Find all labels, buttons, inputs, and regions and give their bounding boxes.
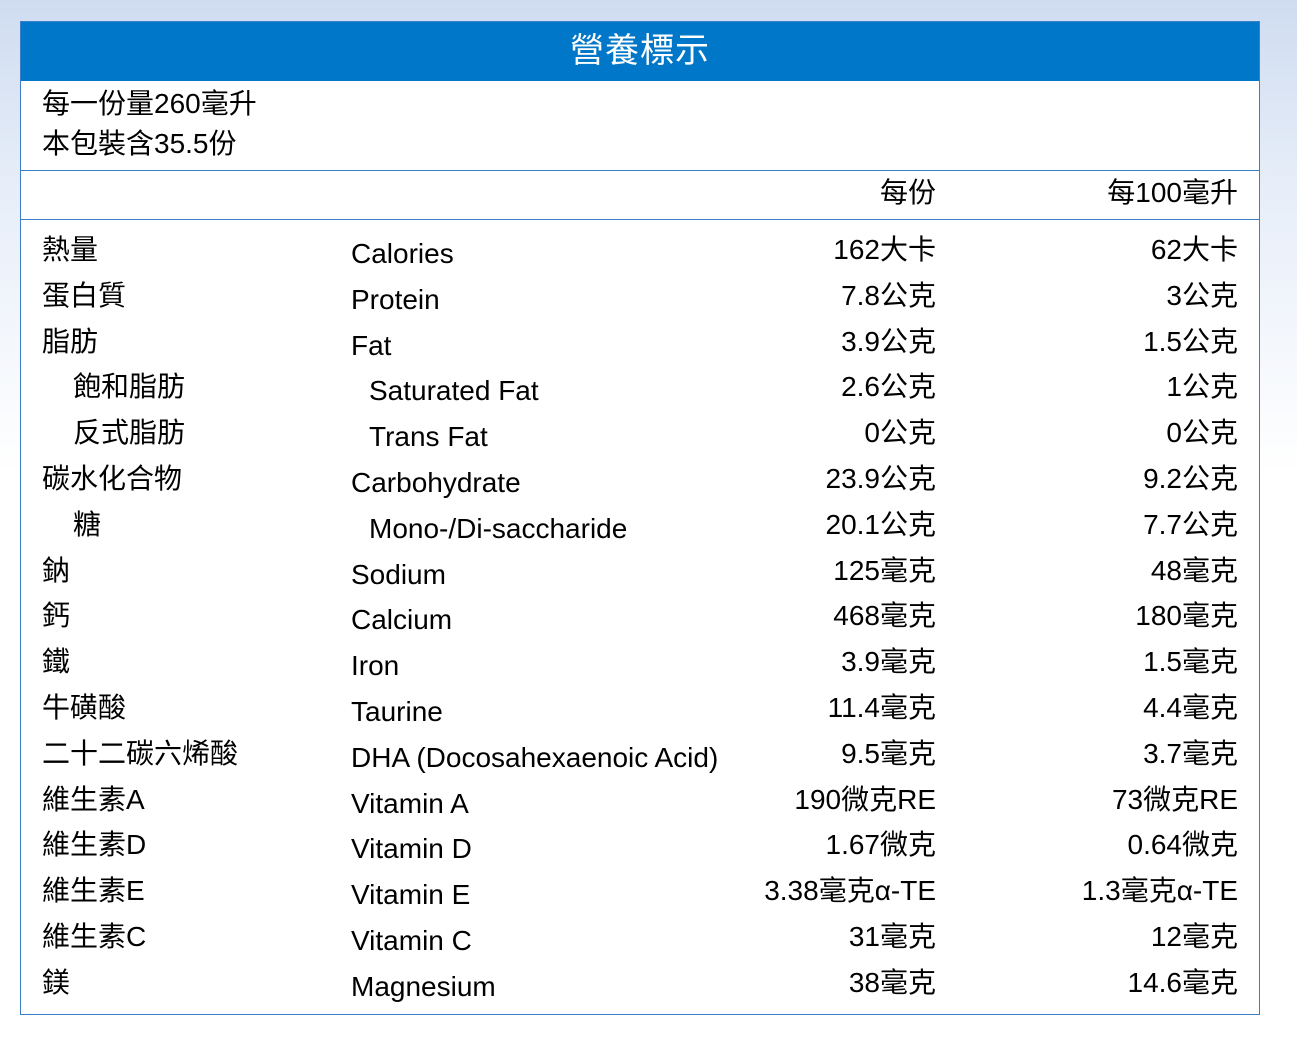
value-per-100ml: 0.64微克 xyxy=(1127,829,1239,861)
nutrient-row: 熱量 Calories 162大卡 62大卡 xyxy=(21,229,1259,275)
nutrient-name-zh: 蛋白質 xyxy=(42,279,127,311)
nutrient-name-en: Vitamin E xyxy=(351,879,471,911)
value-per-100ml: 0公克 xyxy=(1166,417,1238,449)
nutrient-name-en: Fat xyxy=(351,329,392,361)
nutrient-row: 維生素E Vitamin E 3.38毫克α-TE 1.3毫克α-TE xyxy=(21,870,1259,916)
value-per-100ml: 1.5毫克 xyxy=(1143,646,1238,678)
nutrient-name-zh: 牛磺酸 xyxy=(42,691,127,723)
serving-size: 每一份量260毫升 xyxy=(42,88,257,119)
nutrient-name-en: Carbohydrate xyxy=(351,466,521,498)
nutrient-name-zh: 熱量 xyxy=(42,234,99,265)
value-per-serving: 3.9公克 xyxy=(841,325,936,357)
nutrient-name-en: Magnesium xyxy=(351,970,496,1002)
nutrient-row: 維生素A Vitamin A 190微克RE 73微克RE xyxy=(21,779,1259,825)
nutrient-row: 碳水化合物 Carbohydrate 23.9公克 9.2公克 xyxy=(21,458,1259,504)
value-per-100ml: 62大卡 xyxy=(1150,234,1238,265)
nutrient-name-zh: 糖 xyxy=(73,508,102,540)
value-per-serving: 11.4毫克 xyxy=(827,691,936,723)
value-per-serving: 38毫克 xyxy=(848,966,936,998)
nutrient-name-en: Mono-/Di-saccharide xyxy=(369,512,628,544)
nutrition-label: 營養標示 每一份量260毫升 本包裝含35.5份 每份 每100毫升 熱量 Cal… xyxy=(20,21,1260,1015)
value-per-serving: 190微克RE xyxy=(794,783,936,815)
label-title: 營養標示 xyxy=(21,22,1259,81)
nutrient-name-en: Saturated Fat xyxy=(369,375,539,407)
nutrient-name-zh: 鈉 xyxy=(42,554,71,586)
value-per-100ml: 48毫克 xyxy=(1150,554,1238,586)
nutrient-name-en: Protein xyxy=(351,283,440,315)
nutrient-row: 鐵 Iron 3.9毫克 1.5毫克 xyxy=(21,641,1259,687)
nutrient-rows: 熱量 Calories 162大卡 62大卡蛋白質 Protein 7.8公克 3公克脂肪 F… xyxy=(21,229,1259,1008)
nutrient-row: 糖 Mono-/Di-saccharide 20.1公克 7.7公克 xyxy=(21,504,1259,550)
nutrient-row: 脂肪 Fat 3.9公克 1.5公克 xyxy=(21,321,1259,367)
nutrient-name-en: Vitamin A xyxy=(351,787,469,819)
value-per-100ml: 1.5公克 xyxy=(1143,325,1238,357)
value-per-100ml: 3.7毫克 xyxy=(1143,737,1238,769)
nutrient-name-zh: 維生素E xyxy=(42,875,145,907)
nutrient-row: 反式脂肪 Trans Fat 0公克 0公克 xyxy=(21,412,1259,458)
column-header-per-serving: 每份 xyxy=(879,177,936,208)
value-per-serving: 23.9公克 xyxy=(825,462,937,494)
nutrient-name-zh: 鐵 xyxy=(42,646,71,678)
nutrient-name-zh: 鎂 xyxy=(42,966,71,998)
column-header-per-100ml: 每100毫升 xyxy=(1107,177,1238,208)
nutrient-row: 鈣 Calcium 468毫克 180毫克 xyxy=(21,595,1259,641)
serving-info: 每一份量260毫升 本包裝含35.5份 xyxy=(21,81,1259,171)
nutrient-row: 鎂 Magnesium 38毫克 14.6毫克 xyxy=(21,962,1259,1008)
nutrient-name-en: DHA (Docosahexaenoic Acid) xyxy=(351,741,719,773)
value-per-100ml: 4.4毫克 xyxy=(1143,691,1238,723)
nutrient-name-en: Sodium xyxy=(351,558,446,590)
value-per-serving: 31毫克 xyxy=(848,920,936,952)
value-per-100ml: 7.7公克 xyxy=(1143,508,1238,540)
value-per-100ml: 12毫克 xyxy=(1150,920,1238,952)
nutrient-name-zh: 飽和脂肪 xyxy=(73,371,186,403)
value-per-100ml: 1公克 xyxy=(1166,371,1238,403)
value-per-serving: 125毫克 xyxy=(833,554,936,586)
nutrient-row: 二十二碳六烯酸 DHA (Docosahexaenoic Acid) 9.5毫克 3.… xyxy=(21,733,1259,779)
nutrient-name-zh: 二十二碳六烯酸 xyxy=(42,737,239,769)
value-per-100ml: 3公克 xyxy=(1166,279,1238,311)
value-per-serving: 20.1公克 xyxy=(825,508,937,540)
nutrient-row: 維生素C Vitamin C 31毫克 12毫克 xyxy=(21,916,1259,962)
servings-per-package: 本包裝含35.5份 xyxy=(42,128,237,159)
nutrient-row: 維生素D Vitamin D 1.67微克 0.64微克 xyxy=(21,824,1259,870)
nutrient-name-en: Calories xyxy=(351,238,454,269)
nutrient-name-en: Trans Fat xyxy=(369,421,488,453)
value-per-100ml: 180毫克 xyxy=(1135,600,1238,632)
value-per-100ml: 14.6毫克 xyxy=(1127,966,1239,998)
nutrient-name-en: Iron xyxy=(351,650,400,682)
nutrient-name-zh: 反式脂肪 xyxy=(73,417,186,449)
nutrient-name-en: Vitamin D xyxy=(351,833,472,865)
nutrient-row: 鈉 Sodium 125毫克 48毫克 xyxy=(21,550,1259,596)
value-per-serving: 2.6公克 xyxy=(841,371,936,403)
value-per-serving: 0公克 xyxy=(864,417,936,449)
nutrient-name-zh: 維生素D xyxy=(42,829,147,861)
value-per-100ml: 9.2公克 xyxy=(1143,462,1238,494)
nutrient-name-zh: 脂肪 xyxy=(42,325,99,357)
nutrient-name-en: Taurine xyxy=(351,695,443,727)
value-per-serving: 9.5毫克 xyxy=(841,737,936,769)
column-headers: 每份 每100毫升 xyxy=(21,171,1259,220)
value-per-serving: 7.8公克 xyxy=(841,279,936,311)
value-per-100ml: 1.3毫克α-TE xyxy=(1081,875,1238,907)
nutrient-name-zh: 維生素A xyxy=(42,783,145,815)
value-per-serving: 162大卡 xyxy=(833,234,936,265)
nutrient-name-en: Calcium xyxy=(351,604,453,636)
value-per-serving: 3.38毫克α-TE xyxy=(764,875,936,907)
nutrient-row: 蛋白質 Protein 7.8公克 3公克 xyxy=(21,275,1259,321)
nutrient-name-zh: 鈣 xyxy=(42,600,71,632)
nutrient-name-zh: 碳水化合物 xyxy=(42,462,183,494)
nutrient-row: 飽和脂肪 Saturated Fat 2.6公克 1公克 xyxy=(21,366,1259,412)
nutrient-name-zh: 維生素C xyxy=(42,920,147,952)
value-per-serving: 468毫克 xyxy=(833,600,936,632)
value-per-100ml: 73微克RE xyxy=(1111,783,1238,815)
value-per-serving: 3.9毫克 xyxy=(841,646,936,678)
value-per-serving: 1.67微克 xyxy=(825,829,937,861)
nutrient-row: 牛磺酸 Taurine 11.4毫克 4.4毫克 xyxy=(21,687,1259,733)
nutrient-name-en: Vitamin C xyxy=(351,924,472,956)
